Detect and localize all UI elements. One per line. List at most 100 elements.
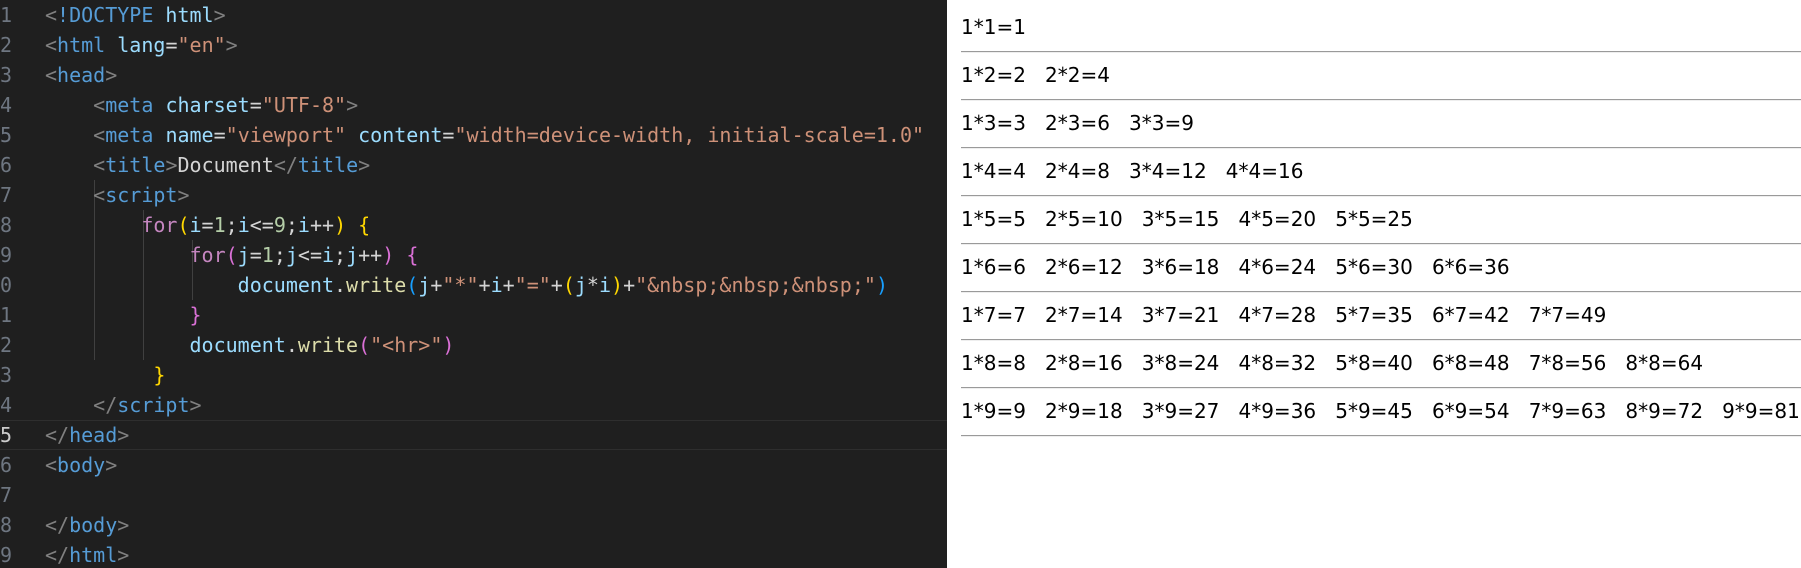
code-line[interactable]: 5 <meta name="viewport" content="width=d… <box>0 120 947 150</box>
code-line[interactable]: 0 document.write(j+"*"+i+"="+(j*i)+"&nbs… <box>0 270 947 300</box>
code-line[interactable]: 7 <script> <box>0 180 947 210</box>
line-number: 8 <box>0 213 13 237</box>
code-token: j <box>285 243 298 267</box>
code-token: > <box>213 3 226 27</box>
product-cell: 2*2=4 <box>1045 63 1110 87</box>
code-token: html <box>165 3 214 27</box>
code-token: = <box>249 93 262 117</box>
code-token: "=" <box>514 273 551 297</box>
code-token: "<hr>" <box>370 333 443 357</box>
table-row: 1*9=9 2*9=18 3*9=27 4*9=36 5*9=45 6*9=54… <box>961 383 1801 437</box>
product-cell: 6*7=42 <box>1431 303 1510 327</box>
code-token: html <box>57 33 118 57</box>
product-cell: 7*8=56 <box>1528 351 1607 375</box>
code-line[interactable]: 2 <html lang="en"> <box>0 30 947 60</box>
product-cell: 7*7=49 <box>1528 303 1607 327</box>
code-line[interactable]: 3 <head> <box>0 60 947 90</box>
browser-output: 1*1=1 1*2=2 2*2=4 1*3=3 2*3=6 3*3=9 1*4=4 2… <box>947 0 1801 568</box>
code-token: > <box>358 153 371 177</box>
code-text: <!DOCTYPE html> <box>45 0 226 30</box>
line-number: 2 <box>0 333 13 357</box>
code-line[interactable]: 7 <box>0 480 947 510</box>
line-number: 2 <box>0 33 13 57</box>
code-line[interactable]: 9 </html> <box>0 540 947 568</box>
code-token: i <box>322 243 335 267</box>
code-token: > <box>189 393 202 417</box>
code-token: name <box>165 123 214 147</box>
code-line[interactable]: 4 <meta charset="UTF-8"> <box>0 90 947 120</box>
multiplication-row-text: 1*1=1 <box>961 15 1026 39</box>
product-cell: 3*5=15 <box>1141 207 1220 231</box>
code-line[interactable]: 4 </script> <box>0 390 947 420</box>
code-line[interactable]: 9 for(j=1;j<=i;j++) { <box>0 240 947 270</box>
code-token: ( <box>358 333 371 357</box>
code-token: = <box>165 33 178 57</box>
code-text: document.write("<hr>") <box>45 330 455 360</box>
code-editor[interactable]: 1 <!DOCTYPE html> 2 <html lang="en"> 3 <head>… <box>0 0 947 568</box>
code-token: = <box>201 213 214 237</box>
code-token: ) <box>334 213 347 237</box>
code-text: </body> <box>45 510 129 540</box>
multiplication-row-text: 1*4=4 2*4=8 3*4=12 4*4=16 <box>961 159 1303 183</box>
code-line[interactable]: 2 document.write("<hr>") <box>0 330 947 360</box>
code-token: meta <box>105 123 166 147</box>
horizontal-rule <box>961 435 1801 437</box>
code-token: lang <box>117 33 166 57</box>
code-token: + <box>502 273 515 297</box>
code-line[interactable]: 1 <!DOCTYPE html> <box>0 0 947 30</box>
code-token: i <box>598 273 612 297</box>
code-token: < <box>93 153 106 177</box>
table-row: 1*8=8 2*8=16 3*8=24 4*8=32 5*8=40 6*8=48… <box>961 335 1801 389</box>
code-line[interactable]: 6 <body> <box>0 450 947 480</box>
product-cell: 4*6=24 <box>1238 255 1317 279</box>
code-token: "width=device-width, initial-scale=1.0" <box>454 123 925 147</box>
product-cell: 3*3=9 <box>1129 111 1194 135</box>
code-token: body <box>69 513 118 537</box>
multiplication-row-text: 1*2=2 2*2=4 <box>961 63 1110 87</box>
product-cell: 9*9=81 <box>1722 399 1800 423</box>
code-line[interactable]: 8 </body> <box>0 510 947 540</box>
code-line[interactable]: 3 } <box>0 360 947 390</box>
table-row: 1*4=4 2*4=8 3*4=12 4*4=16 <box>961 143 1801 197</box>
code-token: ++ <box>309 213 335 237</box>
table-row: 1*6=6 2*6=12 3*6=18 4*6=24 5*6=30 6*6=36 <box>961 239 1801 293</box>
code-token: j <box>346 243 359 267</box>
code-token: for <box>141 213 178 237</box>
multiplication-row-text: 1*6=6 2*6=12 3*6=18 4*6=24 5*6=30 6*6=36 <box>961 255 1510 279</box>
code-token: </ <box>273 153 298 177</box>
code-line[interactable]: 6 <title>Document</title> <box>0 150 947 180</box>
table-row: 1*1=1 <box>961 0 1801 53</box>
table-row: 1*7=7 2*7=14 3*7=21 4*7=28 5*7=35 6*7=42… <box>961 287 1801 341</box>
product-cell: 1*8=8 <box>961 351 1026 375</box>
code-line[interactable]: 5 </head> <box>0 420 947 450</box>
line-number: 6 <box>0 453 13 477</box>
product-cell: 2*7=14 <box>1045 303 1123 327</box>
code-line[interactable]: 8 for(i=1;i<=9;i++) { <box>0 210 947 240</box>
multiplication-row-text: 1*5=5 2*5=10 3*5=15 4*5=20 5*5=25 <box>961 207 1413 231</box>
code-line[interactable]: 1 } <box>0 300 947 330</box>
code-token: j <box>418 273 431 297</box>
code-text: <body> <box>45 450 117 480</box>
code-text: <script> <box>45 180 189 210</box>
code-token: "UTF-8" <box>261 93 347 117</box>
